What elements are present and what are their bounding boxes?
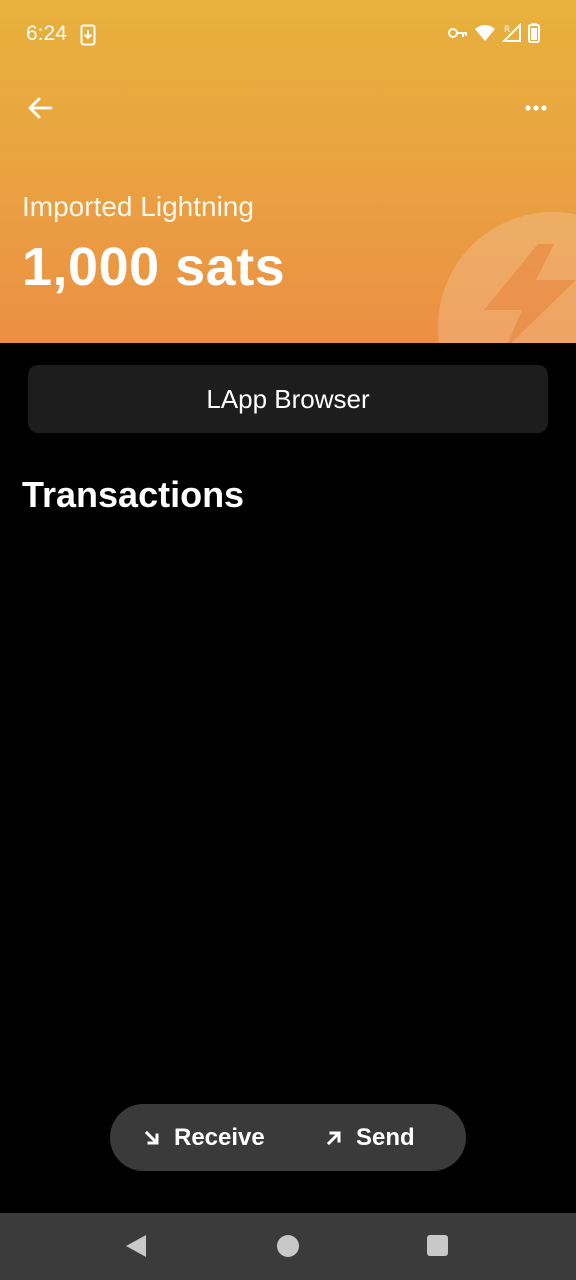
lapp-browser-button[interactable]: LApp Browser	[28, 365, 548, 433]
send-button[interactable]: Send	[326, 1104, 415, 1171]
arrow-up-right-icon	[326, 1131, 341, 1145]
receive-label: Receive	[174, 1123, 265, 1151]
send-label: Send	[356, 1123, 415, 1151]
vpn-key-icon	[448, 26, 468, 45]
recents-square-icon[interactable]	[427, 1235, 448, 1256]
wifi-icon	[474, 24, 496, 47]
transactions-title: Transactions	[22, 474, 245, 515]
svg-text:R: R	[504, 25, 510, 35]
more-options-button[interactable]	[518, 92, 554, 124]
status-icons: R	[448, 22, 540, 48]
status-bar: 6:24 R	[0, 0, 576, 70]
home-circle-icon[interactable]	[277, 1235, 299, 1257]
action-bar: Receive Send	[110, 1104, 466, 1171]
download-icon	[80, 24, 96, 46]
wallet-header: 6:24 R Imported Lightning 1,000 sats	[0, 0, 576, 343]
more-dots-icon	[525, 105, 547, 111]
wallet-name: Imported Lightning	[22, 191, 254, 222]
receive-button[interactable]: Receive	[144, 1104, 265, 1171]
arrow-left-icon	[28, 97, 53, 119]
status-time: 6:24	[26, 22, 67, 45]
lightning-bolt-icon	[484, 244, 576, 343]
system-nav-bar	[0, 1213, 576, 1280]
wallet-balance[interactable]: 1,000 sats	[22, 236, 285, 298]
battery-icon	[528, 22, 540, 48]
back-button[interactable]	[22, 90, 58, 126]
back-triangle-icon[interactable]	[124, 1233, 148, 1259]
signal-icon: R	[501, 22, 522, 48]
arrow-down-right-icon	[144, 1130, 159, 1144]
